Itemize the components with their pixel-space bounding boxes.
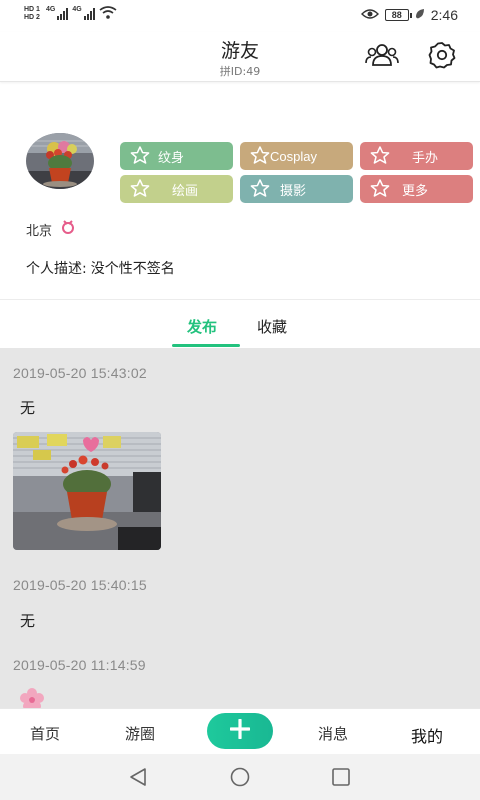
- post-image[interactable]: [13, 432, 161, 550]
- description-value: 没个性不签名: [90, 261, 175, 277]
- signal-icon: [57, 8, 69, 20]
- tag-label: 更多: [402, 182, 429, 198]
- back-icon[interactable]: [128, 767, 148, 791]
- tag-figure[interactable]: 手办: [360, 142, 473, 170]
- friends-icon: [365, 43, 399, 71]
- nav-me[interactable]: 我的: [411, 723, 443, 747]
- tag-label: 纹身: [158, 149, 185, 165]
- page-title: 游友: [220, 40, 259, 62]
- star-icon: [370, 145, 390, 167]
- nav-circle[interactable]: 游圈: [125, 723, 155, 744]
- female-icon: [60, 219, 76, 239]
- signal-icon: [83, 8, 95, 20]
- avatar[interactable]: [26, 133, 94, 189]
- star-icon: [130, 178, 150, 200]
- plus-icon: [229, 718, 251, 743]
- tab-favorite[interactable]: 收藏: [257, 316, 287, 337]
- tag-label: 绘画: [172, 182, 199, 198]
- post-text: 无: [20, 612, 36, 630]
- tag-label: Cosplay: [270, 148, 317, 164]
- star-icon: [250, 145, 270, 167]
- settings-button[interactable]: [426, 42, 458, 72]
- wifi-icon: [99, 6, 117, 22]
- hd-indicator: HD 1 HD 2: [24, 6, 40, 21]
- tag-cosplay[interactable]: Cosplay: [240, 142, 353, 170]
- location-row: 北京: [26, 219, 76, 239]
- post-text: 无: [20, 399, 36, 417]
- location-label: 北京: [26, 223, 53, 239]
- nav-home[interactable]: 首页: [30, 723, 60, 744]
- interest-tags: 纹身 Cosplay 手办 绘画 摄影 更多: [120, 142, 480, 204]
- star-icon: [250, 178, 270, 200]
- network-label: 4G: [72, 6, 82, 13]
- post-timestamp: 2019-05-20 11:14:59: [13, 657, 146, 673]
- divider: [0, 299, 480, 300]
- tag-tattoo[interactable]: 纹身: [120, 142, 233, 170]
- description-label: 个人描述:: [26, 261, 87, 277]
- cherry-blossom-icon: [20, 688, 44, 708]
- user-id: 拼ID:49: [219, 65, 261, 78]
- system-nav-bar: [0, 754, 480, 800]
- home-icon[interactable]: [229, 767, 251, 791]
- nav-messages[interactable]: 消息: [318, 723, 348, 744]
- tag-label: 摄影: [280, 182, 307, 198]
- status-bar: HD 1 HD 2 4G 4G 88 2:46: [0, 0, 480, 32]
- tag-label: 手办: [412, 149, 439, 165]
- app-header: 游友 拼ID:49: [0, 32, 480, 82]
- bottom-nav: 首页 游圈 消息 我的: [0, 708, 480, 754]
- post-timestamp: 2019-05-20 15:40:15: [13, 577, 147, 593]
- star-icon: [130, 145, 150, 167]
- tag-painting[interactable]: 绘画: [120, 175, 233, 203]
- add-post-button[interactable]: [207, 713, 273, 749]
- friends-button[interactable]: [365, 42, 399, 72]
- tag-more[interactable]: 更多: [360, 175, 473, 203]
- post-timestamp: 2019-05-20 15:43:02: [13, 365, 147, 381]
- clock-time: 2:46: [430, 7, 458, 23]
- eye-icon: [360, 7, 379, 23]
- tab-indicator: [172, 344, 240, 347]
- tab-post[interactable]: 发布: [187, 316, 217, 337]
- leaf-icon: [415, 7, 425, 23]
- network-label: 4G: [46, 6, 56, 13]
- recents-icon[interactable]: [331, 767, 351, 791]
- star-icon: [370, 178, 390, 200]
- tag-photography[interactable]: 摄影: [240, 175, 353, 203]
- battery-icon: 88: [384, 9, 412, 21]
- settings-icon: [428, 41, 456, 73]
- description-row: 个人描述: 没个性不签名: [26, 258, 175, 278]
- post-feed[interactable]: 2019-05-20 15:43:02 无 2019-05-20 15:40:1…: [0, 348, 480, 708]
